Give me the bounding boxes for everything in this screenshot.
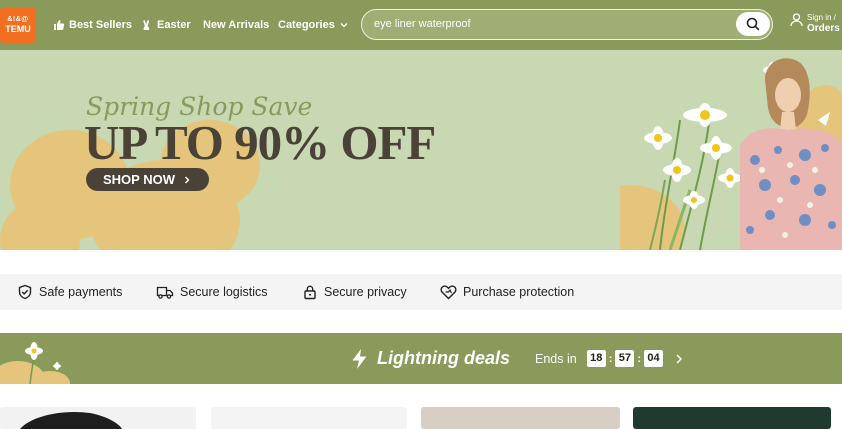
bunny-icon [143,19,150,30]
nav-best-sellers[interactable]: Best Sellers [53,0,132,50]
chevron-right-icon[interactable] [673,353,685,365]
nav-new-arrivals-label: New Arrivals [203,19,270,31]
top-header: &!&@ TEMU Best Sellers Easter New Arriva… [0,0,842,50]
product-card[interactable] [633,407,831,429]
hero-headline: UP TO 90% OFF [84,115,436,170]
trust-purchase-protection[interactable]: Purchase protection [440,274,574,310]
trust-secure-privacy-label: Secure privacy [324,285,407,299]
countdown-seconds: 04 [644,350,664,367]
nav-easter-label: Easter [157,19,191,31]
countdown-separator: : [637,352,642,365]
search-input[interactable] [374,10,724,38]
chevron-down-icon [340,23,348,28]
trust-bar: Safe payments Secure logistics Secure pr… [0,274,842,310]
shield-check-icon [18,284,32,300]
model-with-daisies-image [620,58,842,250]
nav-easter[interactable]: Easter [141,0,191,50]
heart-shield-icon [440,285,457,300]
truck-icon [156,286,174,299]
trust-secure-logistics-label: Secure logistics [180,285,268,299]
nav-categories[interactable]: Categories [278,0,349,50]
product-card[interactable] [211,407,407,429]
nav-best-sellers-label: Best Sellers [69,19,132,31]
ends-in-label: Ends in [535,351,577,366]
lightning-deals-title: Lightning deals [351,333,510,384]
thumbs-up-icon [54,20,65,30]
trust-purchase-protection-label: Purchase protection [463,285,575,299]
lightning-icon [352,348,367,369]
logo-text: TEMU [5,24,31,34]
user-icon [790,13,803,27]
logo-mark: &!&@ [7,16,29,23]
trust-safe-payments-label: Safe payments [39,285,123,299]
product-image [20,411,122,429]
shop-now-button[interactable]: SHOP NOW [86,168,209,191]
trust-secure-logistics[interactable]: Secure logistics [156,274,268,310]
nav-new-arrivals[interactable]: New Arrivals [203,0,269,50]
lightning-deals-label: Lightning deals [377,348,510,368]
trust-safe-payments[interactable]: Safe payments [17,274,122,310]
product-card[interactable] [421,407,620,429]
countdown-minutes: 57 [615,350,635,367]
countdown-separator: : [608,352,613,365]
lock-icon [304,285,316,300]
nav-categories-label: Categories [278,19,335,31]
countdown-hours: 18 [586,350,606,367]
hero-banner[interactable]: Spring Shop Save UP TO 90% OFF SHOP NOW [0,50,842,250]
temu-logo[interactable]: &!&@ TEMU [0,7,36,43]
countdown-timer: Ends in 18 : 57 : 04 [535,333,685,384]
orders-label: Orders [807,23,840,34]
product-card[interactable] [0,407,196,429]
signin-orders-link[interactable]: Sign in / Orders [790,13,840,35]
search-icon [746,17,760,31]
trust-secure-privacy[interactable]: Secure privacy [302,274,407,310]
search-button[interactable] [736,12,770,36]
search-bar [361,9,773,40]
lightning-deals-bar[interactable]: Lightning deals Ends in 18 : 57 : 04 [0,333,842,384]
shop-now-label: SHOP NOW [103,172,175,187]
daisy-decoration [0,342,70,384]
signin-label: Sign in / [807,13,836,22]
chevron-right-icon [185,176,190,183]
